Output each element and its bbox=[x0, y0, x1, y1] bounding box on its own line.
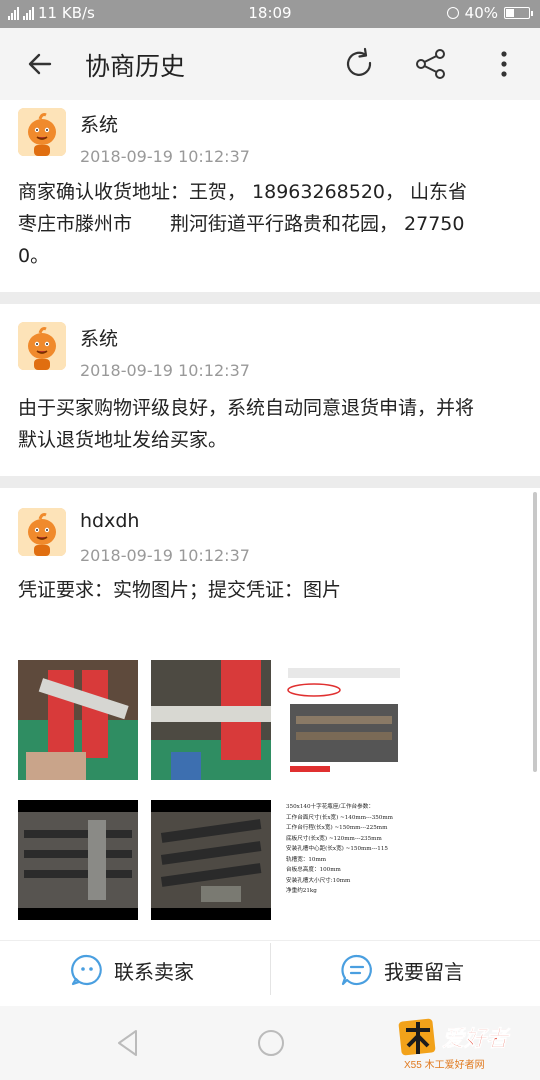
watermark-logo: 爱好者 X55 木工爱好者网 bbox=[398, 1010, 528, 1074]
evidence-image bbox=[18, 800, 138, 920]
contact-seller-button[interactable]: 联系卖家 bbox=[70, 953, 194, 987]
message-line: 枣庄市滕州市 荆河街道平行路贵和花园， 27750 bbox=[18, 213, 465, 235]
app-bar: 协商历史 bbox=[0, 28, 540, 101]
scrollbar[interactable] bbox=[533, 492, 537, 772]
spec-line: 工作台面尺寸(长x宽) ~140mm---350mm bbox=[286, 814, 393, 821]
avatar bbox=[18, 508, 66, 556]
spec-line: 350x140十字花瓶座/工作台参数： bbox=[286, 804, 374, 810]
watermark-brand: 爱好者 bbox=[442, 1026, 511, 1051]
spec-line: 净重约21kg bbox=[286, 888, 317, 894]
evidence-screenshot[interactable] bbox=[284, 660, 404, 780]
status-bar: 11 KB/s 18:09 40% bbox=[0, 0, 540, 28]
message-body: 商家确认收货地址：王贺， 18963268520， 山东省 枣庄市滕州市 荆河街… bbox=[18, 176, 528, 272]
evidence-photo-2[interactable] bbox=[151, 660, 271, 780]
history-card: 系统 2018-09-19 10:12:37 商家确认收货地址：王贺， 1896… bbox=[0, 100, 540, 292]
leave-message-button[interactable]: 我要留言 bbox=[340, 953, 464, 987]
spec-line: 台板总高度：100mm bbox=[286, 867, 341, 873]
message-body: 凭证要求：实物图片；提交凭证：图片 bbox=[18, 574, 528, 606]
back-arrow-icon[interactable] bbox=[22, 46, 58, 82]
sender-name: hdxdh bbox=[80, 510, 140, 532]
watermark-url: X55 木工爱好者网 bbox=[404, 1058, 485, 1071]
evidence-image bbox=[151, 800, 271, 920]
battery-percent: 40% bbox=[464, 4, 498, 22]
leave-message-label: 我要留言 bbox=[384, 959, 464, 984]
refresh-icon[interactable] bbox=[341, 46, 377, 82]
spec-line: 安装孔槽大小尺寸:10mm bbox=[286, 877, 351, 884]
message-time: 2018-09-19 10:12:37 bbox=[80, 361, 250, 380]
evidence-image bbox=[151, 660, 271, 780]
status-right: 40% bbox=[446, 4, 533, 22]
contact-seller-label: 联系卖家 bbox=[114, 959, 194, 984]
message-line: 凭证要求：实物图片；提交凭证：图片 bbox=[18, 579, 342, 601]
nav-home-icon[interactable] bbox=[256, 1028, 286, 1058]
message-bubble-icon bbox=[341, 954, 372, 986]
spec-line: 工作台行程(长x宽) ~150mm---225mm bbox=[286, 825, 388, 831]
message-line: 商家确认收货地址：王贺， 18963268520， 山东省 bbox=[18, 181, 468, 203]
avatar bbox=[18, 108, 66, 156]
spec-line: 轨槽宽：10mm bbox=[286, 856, 327, 863]
message-time: 2018-09-19 10:12:37 bbox=[80, 546, 250, 565]
message-line: 默认退货地址发给买家。 bbox=[18, 429, 228, 451]
message-time: 2018-09-19 10:12:37 bbox=[80, 147, 250, 166]
evidence-photo-3[interactable] bbox=[18, 800, 138, 920]
bottom-action-bar: 联系卖家 我要留言 bbox=[0, 940, 540, 1007]
sender-name: 系统 bbox=[80, 114, 119, 136]
evidence-photo-1[interactable] bbox=[18, 660, 138, 780]
action-divider bbox=[270, 943, 271, 995]
message-line: 由于买家购物评级良好，系统自动同意退货申请，并将 bbox=[18, 397, 475, 419]
evidence-spec-sheet[interactable]: 350x140十字花瓶座/工作台参数： 工作台面尺寸(长x宽) ~140mm--… bbox=[284, 800, 404, 920]
spec-line: 底板尺寸(长x宽) ~120mm---235mm bbox=[286, 835, 382, 842]
chat-face-icon bbox=[71, 954, 102, 986]
evidence-image bbox=[284, 660, 404, 780]
more-vertical-icon[interactable] bbox=[486, 46, 522, 82]
mascot-avatar-icon bbox=[18, 508, 66, 556]
nav-back-icon[interactable] bbox=[114, 1028, 142, 1058]
mascot-avatar-icon bbox=[18, 108, 66, 156]
sender-name: 系统 bbox=[80, 328, 119, 350]
alarm-icon bbox=[446, 7, 459, 19]
mascot-avatar-icon bbox=[18, 322, 66, 370]
message-line: 0。 bbox=[18, 245, 50, 267]
woodworking-logo-icon: 爱好者 X55 木工爱好者网 bbox=[398, 1018, 511, 1071]
negotiation-history-list[interactable]: 系统 2018-09-19 10:12:37 商家确认收货地址：王贺， 1896… bbox=[0, 100, 540, 940]
history-card: hdxdh 2018-09-19 10:12:37 凭证要求：实物图片；提交凭证… bbox=[0, 488, 540, 940]
share-icon[interactable] bbox=[413, 46, 449, 82]
message-body: 由于买家购物评级良好，系统自动同意退货申请，并将 默认退货地址发给买家。 bbox=[18, 392, 528, 456]
evidence-photo-4[interactable] bbox=[151, 800, 271, 920]
battery-icon bbox=[504, 7, 533, 19]
page-title: 协商历史 bbox=[85, 52, 186, 81]
battery-fill bbox=[506, 9, 514, 17]
history-card: 系统 2018-09-19 10:12:37 由于买家购物评级良好，系统自动同意… bbox=[0, 304, 540, 476]
spec-line: 安装孔槽中心距(长x宽) ~150mm---115 bbox=[286, 846, 388, 852]
avatar bbox=[18, 322, 66, 370]
evidence-image bbox=[18, 660, 138, 780]
